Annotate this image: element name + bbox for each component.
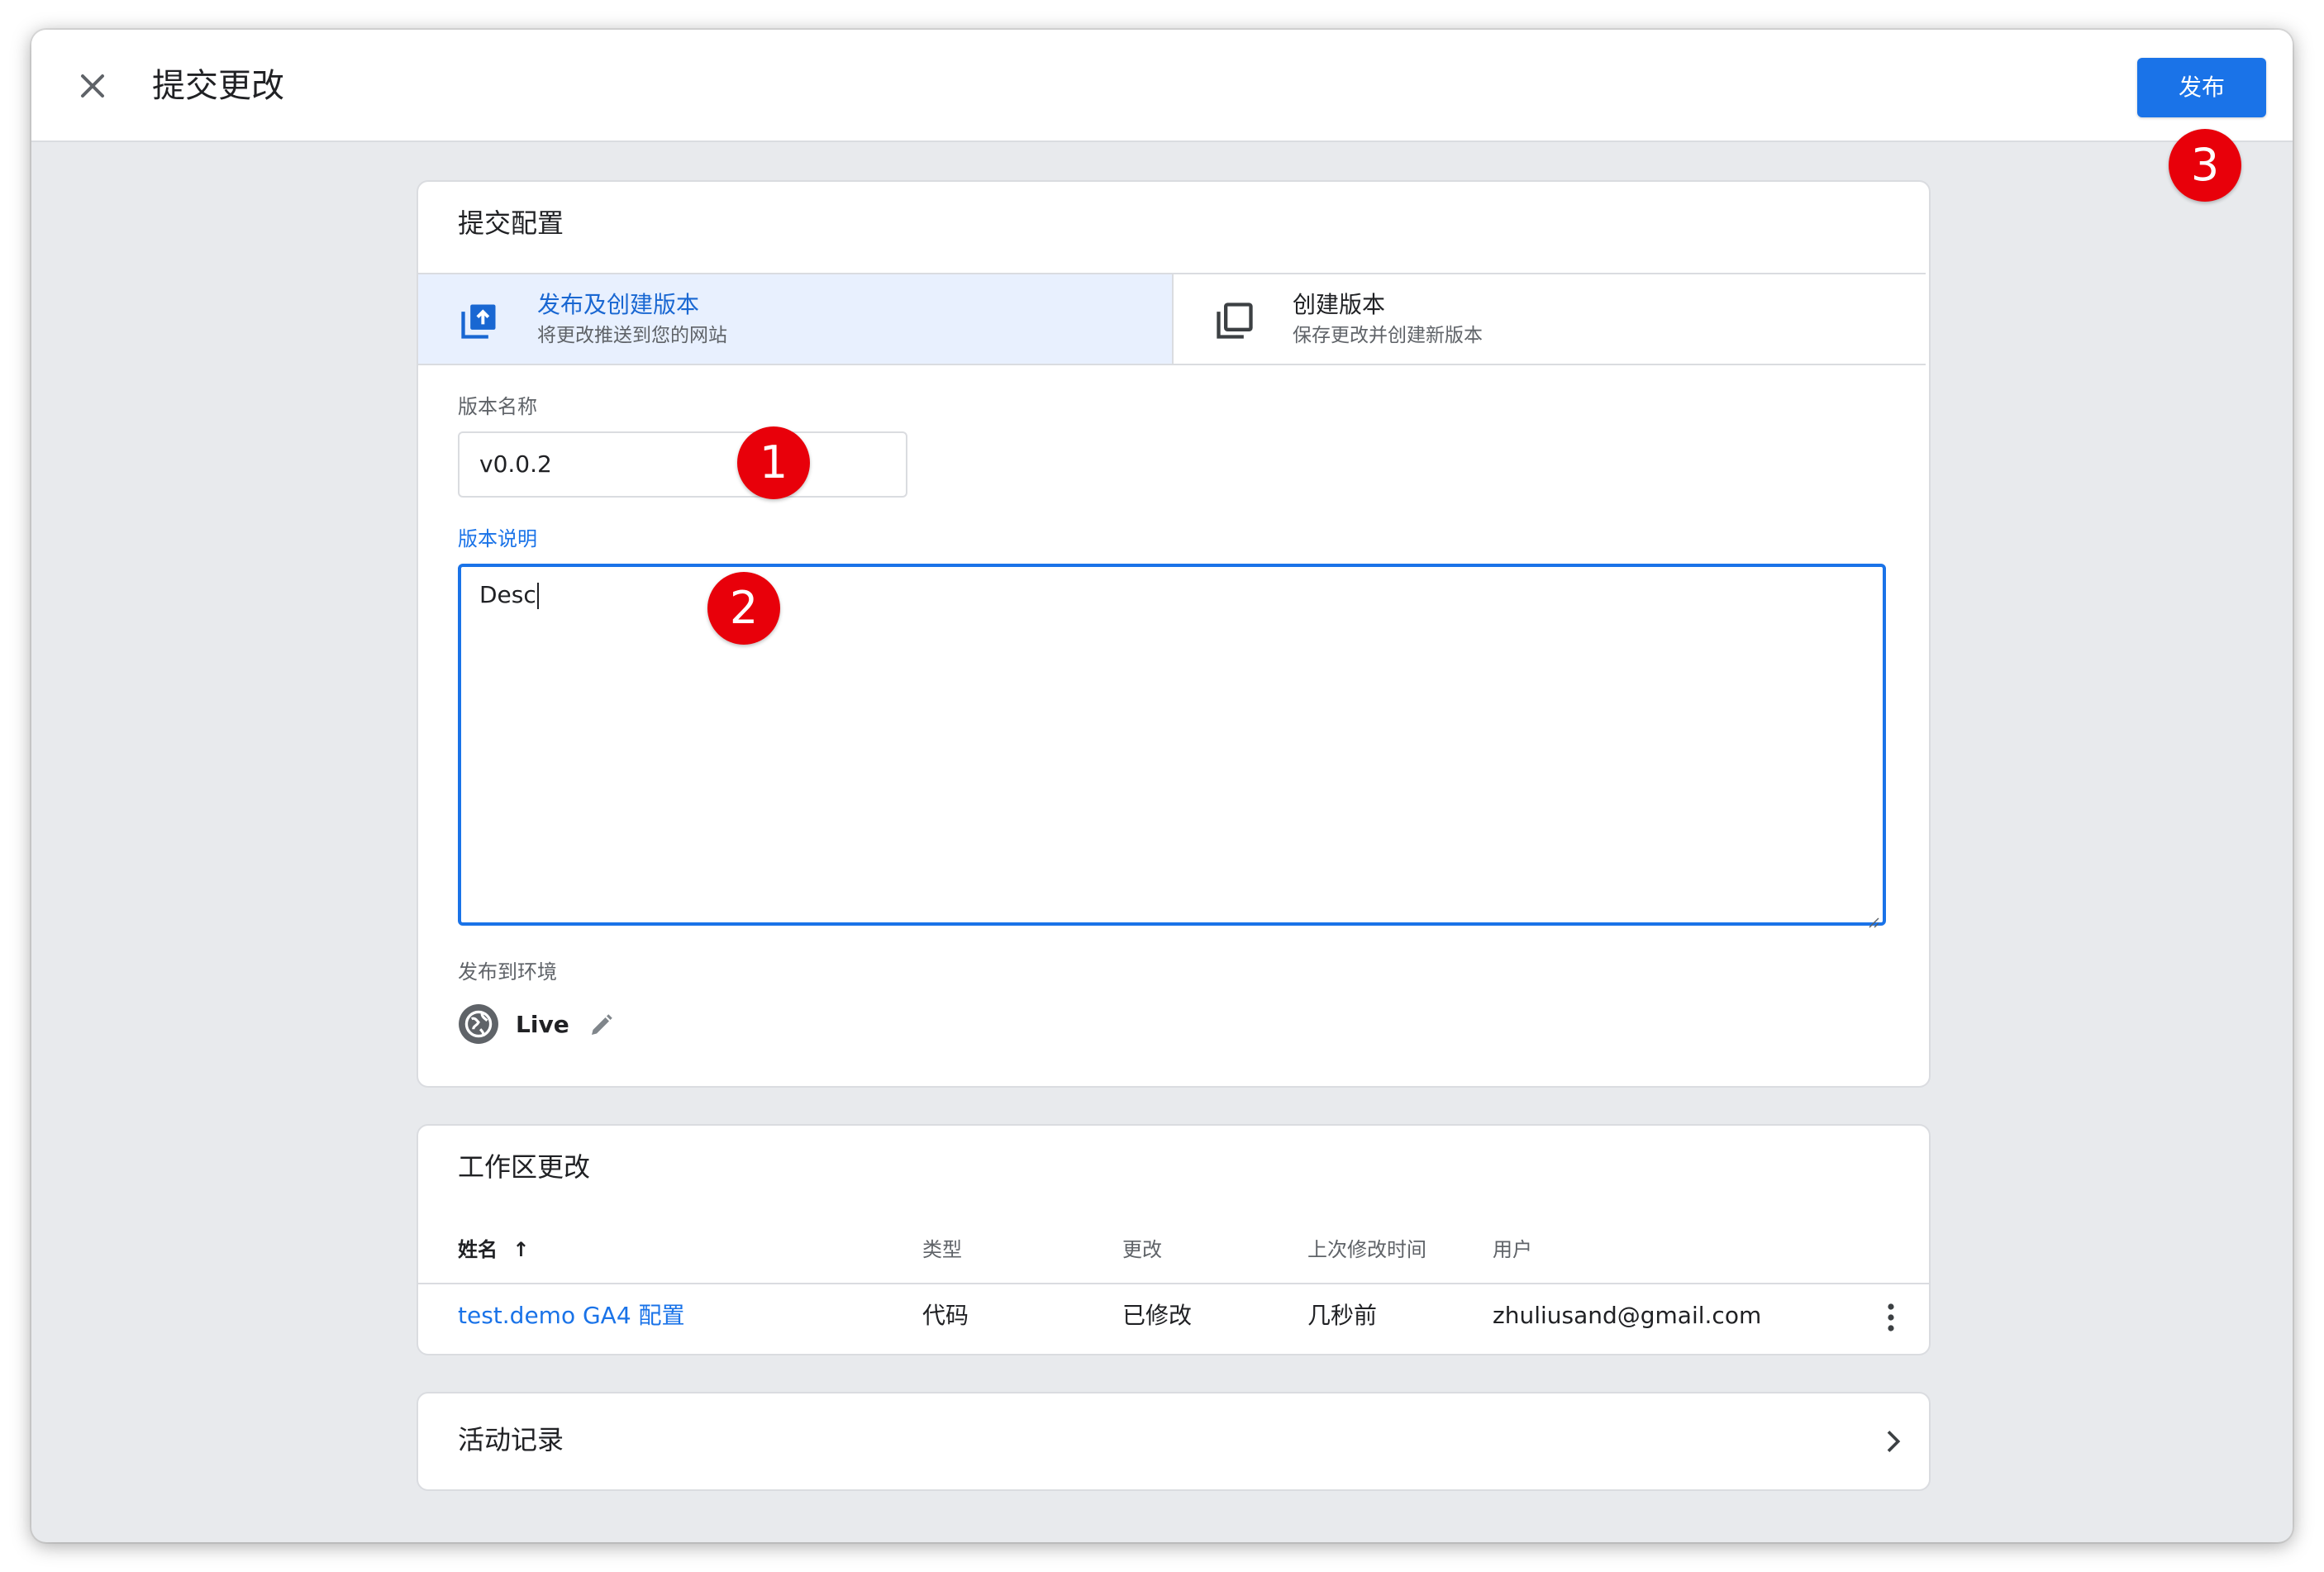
globe-icon bbox=[458, 1003, 499, 1045]
column-header-user[interactable]: 用户 bbox=[1493, 1236, 1532, 1263]
card-title: 工作区更改 bbox=[458, 1151, 591, 1183]
resize-handle-icon[interactable] bbox=[1864, 904, 1879, 928]
item-user: zhuliusand@gmail.com bbox=[1493, 1302, 1762, 1329]
submit-config-card: 提交配置 发布及创建版本 将更改推送到您的网站 创建版本 保存更改并创建新版本 bbox=[417, 180, 1931, 1088]
sort-arrow-icon: ↑ bbox=[512, 1238, 530, 1261]
item-change: 已修改 bbox=[1122, 1302, 1193, 1329]
more-vert-icon[interactable] bbox=[1871, 1298, 1911, 1337]
column-header-change[interactable]: 更改 bbox=[1122, 1236, 1162, 1263]
tab-sublabel: 将更改推送到您的网站 bbox=[537, 325, 727, 346]
environment-label: 发布到环境 bbox=[458, 960, 557, 984]
copy-version-icon bbox=[1213, 299, 1256, 342]
publish-upload-icon bbox=[458, 299, 501, 342]
top-bar: 提交更改 发布 bbox=[31, 30, 2293, 142]
annotation-badge-3: 3 bbox=[2169, 129, 2241, 202]
table-row: test.demo GA4 配置 代码 已修改 几秒前 zhuliusand@g… bbox=[418, 1283, 1929, 1352]
activity-history-card[interactable]: 活动记录 bbox=[417, 1392, 1931, 1491]
item-type: 代码 bbox=[922, 1302, 969, 1329]
item-name-link[interactable]: test.demo GA4 配置 bbox=[458, 1299, 685, 1332]
item-modified: 几秒前 bbox=[1307, 1302, 1378, 1329]
version-desc-textarea[interactable]: Desc bbox=[458, 564, 1886, 928]
page-title: 提交更改 bbox=[152, 67, 284, 105]
card-title: 提交配置 bbox=[458, 207, 564, 239]
tab-create-version[interactable]: 创建版本 保存更改并创建新版本 bbox=[1172, 273, 1926, 365]
annotation-badge-2: 2 bbox=[707, 572, 780, 645]
column-header-modified[interactable]: 上次修改时间 bbox=[1307, 1236, 1426, 1263]
tab-sublabel: 保存更改并创建新版本 bbox=[1293, 325, 1483, 346]
version-name-input[interactable]: v0.0.2 bbox=[458, 431, 907, 498]
column-header-name[interactable]: 姓名 ↑ bbox=[458, 1236, 529, 1263]
version-desc-label: 版本说明 bbox=[458, 527, 537, 550]
edit-pencil-icon[interactable] bbox=[587, 1010, 617, 1040]
column-header-label: 姓名 bbox=[458, 1238, 498, 1261]
close-icon[interactable] bbox=[73, 66, 112, 106]
column-header-type[interactable]: 类型 bbox=[922, 1236, 962, 1263]
environment-name: Live bbox=[516, 1011, 569, 1038]
tab-label: 发布及创建版本 bbox=[537, 291, 700, 318]
version-name-label: 版本名称 bbox=[458, 395, 537, 418]
chevron-right-icon bbox=[1876, 1425, 1909, 1458]
version-desc-text: Desc bbox=[479, 581, 536, 608]
tab-label: 创建版本 bbox=[1293, 291, 1386, 318]
card-title: 活动记录 bbox=[458, 1424, 564, 1455]
workspace-changes-card: 工作区更改 姓名 ↑ 类型 更改 上次修改时间 用户 test.demo GA4… bbox=[417, 1124, 1931, 1355]
tab-publish-and-create-version[interactable]: 发布及创建版本 将更改推送到您的网站 bbox=[418, 273, 1172, 365]
publish-button[interactable]: 发布 bbox=[2137, 58, 2266, 117]
text-caret bbox=[536, 583, 539, 609]
annotation-badge-1: 1 bbox=[737, 426, 810, 499]
dialog-window: 提交更改 发布 3 提交配置 发布及创建版本 将更改推送到您的网站 创建版本 保… bbox=[31, 30, 2293, 1542]
